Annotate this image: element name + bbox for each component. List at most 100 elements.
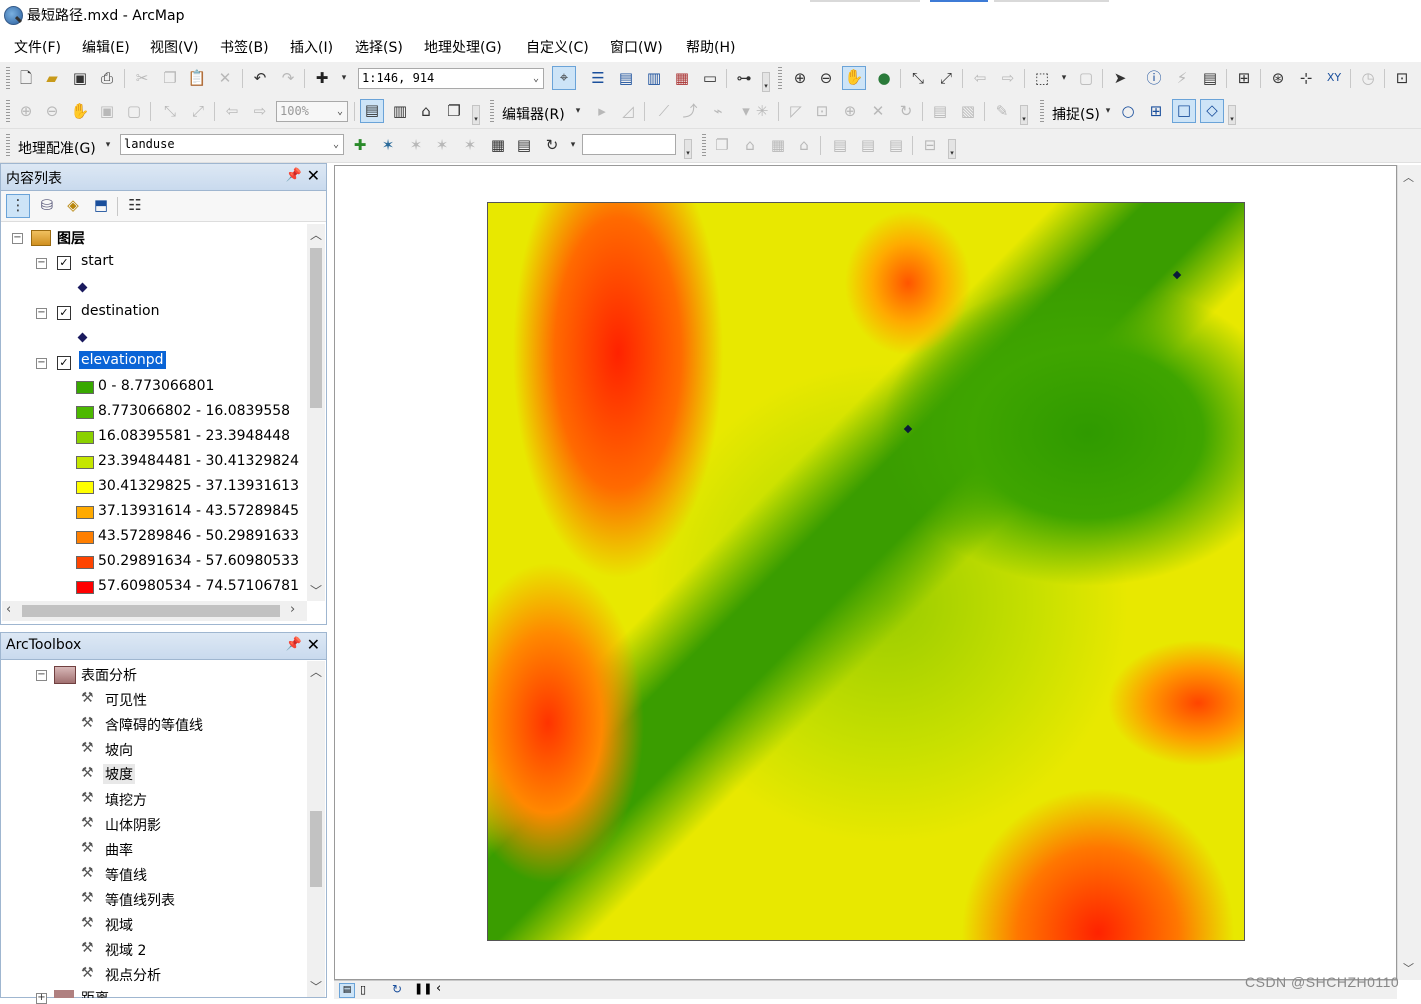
chevron-down-icon[interactable]: ⌄ xyxy=(333,135,339,154)
save-icon[interactable]: ▣ xyxy=(70,68,90,88)
edge-snapping-icon[interactable]: ◇ xyxy=(1200,99,1224,123)
pan-hand-icon[interactable]: ✋ xyxy=(842,66,866,90)
next-extent-icon[interactable]: ⇨ xyxy=(998,68,1018,88)
viewer-icon[interactable]: ▦ xyxy=(488,135,508,155)
fixed-zoom-out-layout-icon[interactable]: ⤢ xyxy=(188,101,208,121)
identify-icon[interactable]: ⓘ xyxy=(1144,68,1164,88)
split-tool-icon[interactable]: ✕ xyxy=(868,101,888,121)
straight-segment-icon[interactable]: ⟋ xyxy=(654,101,674,121)
paste-icon[interactable]: 📋 xyxy=(187,68,207,88)
midpoint-icon[interactable]: ✳ xyxy=(752,101,772,121)
toolbar-grip[interactable] xyxy=(490,100,494,122)
destination-point-marker[interactable] xyxy=(903,424,913,434)
tool-item[interactable]: 视域 xyxy=(105,915,133,935)
pin-icon[interactable]: 📌 xyxy=(286,168,302,183)
tool-item[interactable]: 山体阴影 xyxy=(105,815,161,835)
menu-geoprocessing[interactable]: 地理处理(G) xyxy=(424,37,502,57)
auto-adjust-icon[interactable]: ✶ xyxy=(378,135,398,155)
cut-polygons-icon[interactable]: ⊕ xyxy=(840,101,860,121)
fixed-zoom-in-icon[interactable]: ⤡ xyxy=(908,68,928,88)
scroll-right-icon[interactable]: › xyxy=(290,602,295,617)
add-control-points-icon[interactable]: ✚ xyxy=(350,135,370,155)
toolbar-overflow-icon[interactable]: ▾ xyxy=(1228,105,1236,125)
toc-vertical-scrollbar[interactable]: ︿ ﹀ xyxy=(307,224,325,601)
layout-zoom-combo[interactable]: 100% ⌄ xyxy=(276,101,348,122)
find-binoculars-icon[interactable]: ⊛ xyxy=(1268,68,1288,88)
zoom-in-icon[interactable]: ⊕ xyxy=(790,68,810,88)
rotate-tool-icon[interactable]: ↻ xyxy=(896,101,916,121)
time-slider-icon[interactable]: ◷ xyxy=(1358,68,1378,88)
fixed-zoom-in-layout-icon[interactable]: ⤡ xyxy=(160,101,180,121)
tool-item[interactable]: 填挖方 xyxy=(105,790,147,810)
menu-edit[interactable]: 编辑(E) xyxy=(82,37,130,57)
map-scale-combo[interactable]: 1:146, 914 ⌄ xyxy=(358,68,544,89)
toolbar-overflow-icon[interactable]: ▾ xyxy=(1020,105,1028,125)
tool-item[interactable]: 可见性 xyxy=(105,690,147,710)
toolbar-grip[interactable] xyxy=(6,100,10,122)
toolbox-vertical-scrollbar[interactable]: ︿ ﹀ xyxy=(307,661,325,997)
focus-data-frame-icon[interactable]: ▥ xyxy=(390,101,410,121)
delete-icon[interactable]: ✕ xyxy=(215,68,235,88)
scroll-thumb[interactable] xyxy=(22,605,280,617)
search-window-icon[interactable]: ▥ xyxy=(644,68,664,88)
collapse-icon[interactable]: − xyxy=(36,258,47,269)
end-snapping-icon[interactable]: ⊞ xyxy=(1146,101,1166,121)
point-snapping-icon[interactable]: ○ xyxy=(1118,101,1138,121)
network-tool-icon[interactable]: ❐ xyxy=(712,135,732,155)
rotate-dropdown-icon[interactable]: ▾ xyxy=(563,135,583,155)
data-driven-pages-icon[interactable]: ❐ xyxy=(444,101,464,121)
chevron-down-icon[interactable]: ⌄ xyxy=(337,102,343,121)
arctoolbox-icon[interactable]: ▦ xyxy=(672,68,692,88)
tool-item[interactable]: 坡度 xyxy=(103,764,135,784)
previous-extent-icon[interactable]: ⇦ xyxy=(970,68,990,88)
html-popup-icon[interactable]: ▤ xyxy=(1200,68,1220,88)
tool-item[interactable]: 坡向 xyxy=(105,740,133,760)
toolbar-overflow-icon[interactable]: ▾ xyxy=(472,105,480,125)
new-document-icon[interactable]: 🗋 xyxy=(16,68,36,88)
create-viewer-window-icon[interactable]: ⊡ xyxy=(1392,68,1412,88)
fixed-zoom-out-icon[interactable]: ⤢ xyxy=(936,68,956,88)
network-tool-icon[interactable]: ▤ xyxy=(830,135,850,155)
layout-pan-icon[interactable]: ✋ xyxy=(70,101,90,121)
previous-layout-extent-icon[interactable]: ⇦ xyxy=(222,101,242,121)
network-tool-icon[interactable]: ⌂ xyxy=(740,135,760,155)
full-extent-globe-icon[interactable]: ● xyxy=(874,68,894,88)
copy-icon[interactable]: ❐ xyxy=(160,68,180,88)
tool-item[interactable]: 等值线列表 xyxy=(105,890,175,910)
next-layout-extent-icon[interactable]: ⇨ xyxy=(250,101,270,121)
delete-link-icon[interactable]: ✶ xyxy=(460,135,480,155)
list-by-selection-icon[interactable]: ⬒ xyxy=(91,195,111,215)
layers-root-label[interactable]: 图层 xyxy=(57,228,85,248)
open-folder-icon[interactable]: ▰ xyxy=(42,68,62,88)
network-tool-icon[interactable]: ⌂ xyxy=(794,135,814,155)
select-elements-arrow-icon[interactable]: ➤ xyxy=(1110,68,1130,88)
chevron-down-icon[interactable]: ⌄ xyxy=(533,69,539,88)
list-by-source-icon[interactable]: ⛁ xyxy=(37,195,57,215)
collapse-icon[interactable]: − xyxy=(36,308,47,319)
rotate-icon[interactable]: ↻ xyxy=(542,135,562,155)
menu-view[interactable]: 视图(V) xyxy=(150,37,199,57)
start-point-marker[interactable] xyxy=(1172,270,1182,280)
scroll-up-icon[interactable]: ︿ xyxy=(1403,169,1414,185)
georeferencing-menu[interactable]: 地理配准(G) xyxy=(18,138,96,158)
zoom-to-selected-link-icon[interactable]: ✶ xyxy=(432,135,452,155)
map-vertical-scrollbar[interactable]: ︿ ﹀ xyxy=(1397,165,1421,980)
tool-item[interactable]: 视点分析 xyxy=(105,965,161,985)
cut-icon[interactable]: ✂ xyxy=(132,68,152,88)
catalog-icon[interactable]: ▤ xyxy=(616,68,636,88)
scroll-down-icon[interactable]: ﹀ xyxy=(307,978,325,995)
options-icon[interactable]: ☷ xyxy=(125,195,145,215)
print-icon[interactable]: ⎙ xyxy=(97,68,117,88)
editor-toolbar-icon[interactable]: ⌖ xyxy=(552,66,576,90)
georef-layer-combo[interactable]: landuse ⌄ xyxy=(120,134,344,155)
scroll-up-icon[interactable]: ︿ xyxy=(307,226,325,243)
close-icon[interactable]: ✕ xyxy=(307,166,320,185)
list-by-drawing-order-icon[interactable]: ⋮ xyxy=(6,194,30,218)
edit-vertices-icon[interactable]: ◸ xyxy=(786,101,806,121)
scroll-down-icon[interactable]: ﹀ xyxy=(1403,960,1414,976)
layout-zoom-in-icon[interactable]: ⊕ xyxy=(16,101,36,121)
elevation-raster-map[interactable] xyxy=(487,202,1245,941)
layer-visibility-checkbox[interactable]: ✓ xyxy=(57,256,71,270)
menu-selection[interactable]: 选择(S) xyxy=(355,37,403,57)
view-link-table-icon[interactable]: ▤ xyxy=(514,135,534,155)
